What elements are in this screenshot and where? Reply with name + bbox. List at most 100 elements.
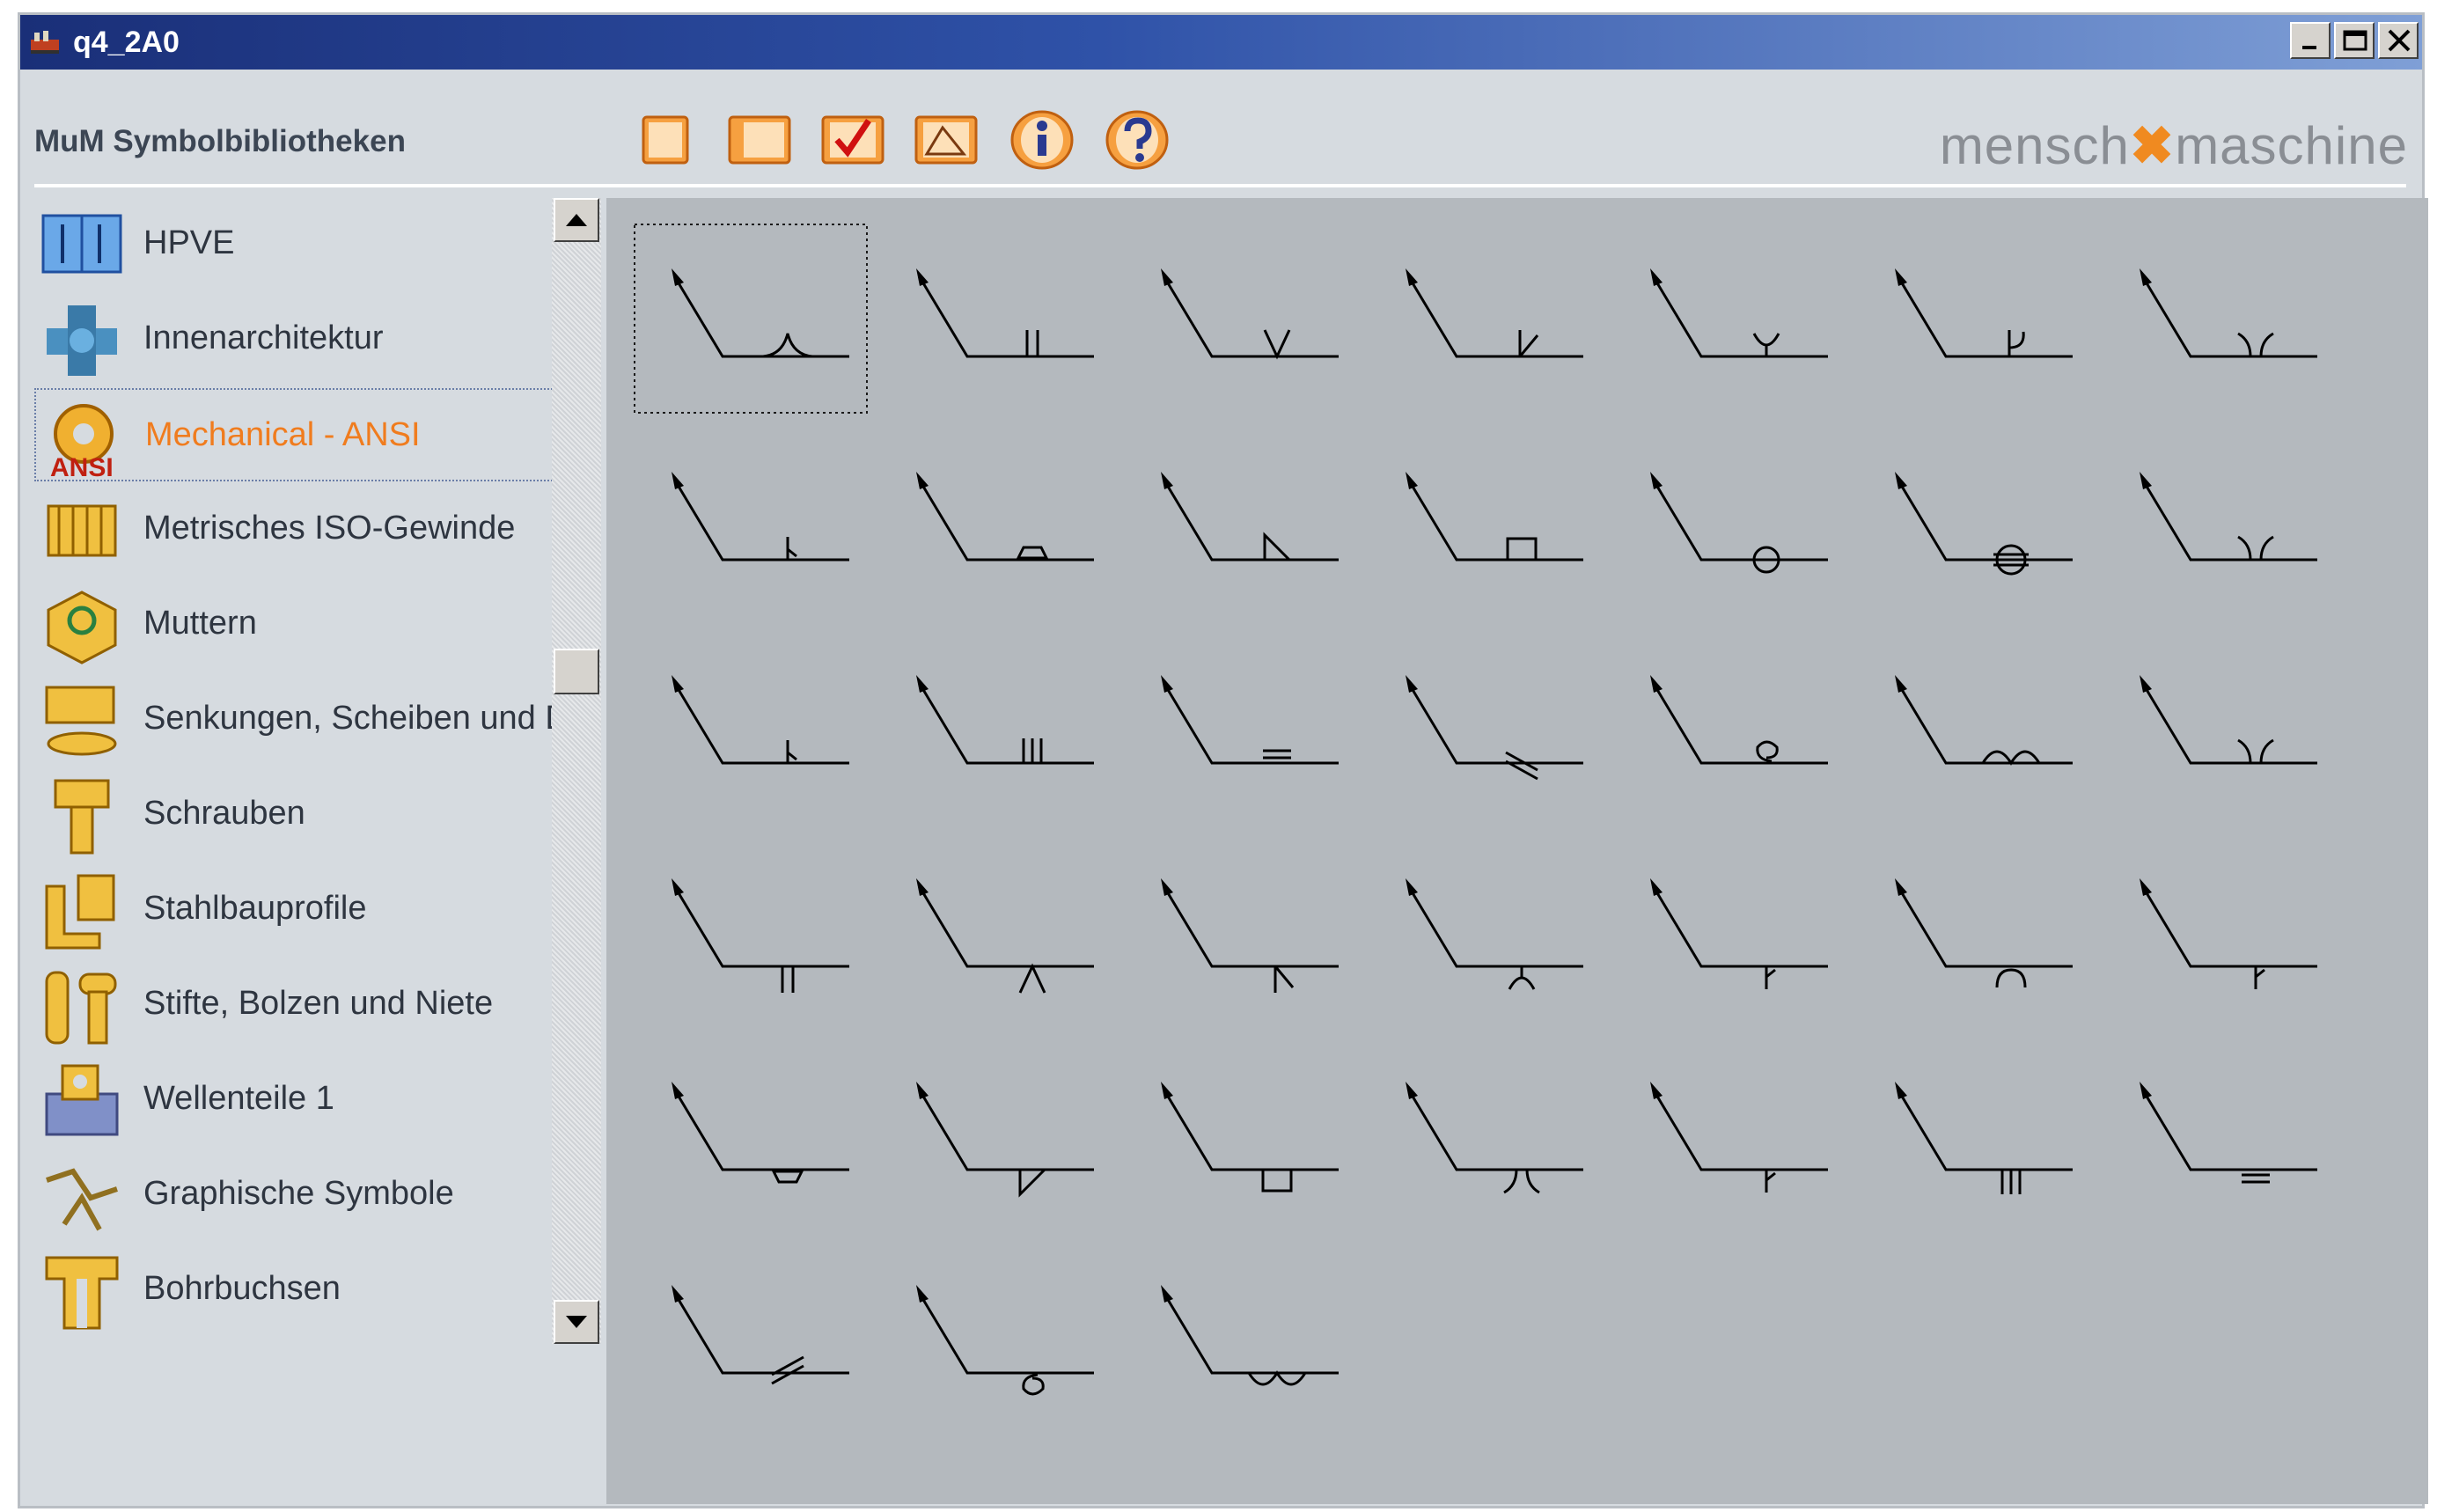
symbol-cell[interactable]	[635, 1241, 867, 1429]
symbol-cell[interactable]	[1124, 1241, 1356, 1429]
library-item[interactable]: Wellenteile 1	[34, 1053, 562, 1147]
symbol-cell[interactable]	[1613, 224, 1846, 413]
weld-symbol[interactable]	[1369, 428, 1601, 616]
weld-symbol[interactable]	[1124, 631, 1356, 819]
weld-symbol[interactable]	[1369, 1038, 1601, 1226]
weld-symbol[interactable]	[1858, 224, 2090, 413]
symbol-cell[interactable]	[1858, 1038, 2090, 1226]
weld-symbol[interactable]	[635, 834, 867, 1023]
symbol-cell[interactable]	[635, 834, 867, 1023]
library-item[interactable]: Schrauben	[34, 768, 562, 862]
symbol-cell[interactable]	[879, 1241, 1112, 1429]
symbol-cell[interactable]	[2103, 428, 2335, 616]
library-item[interactable]: ANSI Mechanical - ANSI	[34, 388, 562, 481]
weld-symbol[interactable]	[879, 224, 1112, 413]
check-button[interactable]	[818, 108, 886, 172]
weld-symbol[interactable]	[1369, 834, 1601, 1023]
symbol-cell[interactable]	[1124, 224, 1356, 413]
symbol-cell[interactable]	[1124, 428, 1356, 616]
symbol-cell[interactable]	[1858, 834, 2090, 1023]
library-item[interactable]: Senkungen, Scheiben und Du	[34, 673, 573, 767]
weld-symbol[interactable]	[1369, 224, 1601, 413]
symbol-cell[interactable]	[1613, 428, 1846, 616]
weld-symbol[interactable]	[1613, 631, 1846, 819]
library-item[interactable]: Stahlbauprofile	[34, 863, 562, 957]
symbol-cell[interactable]	[879, 224, 1112, 413]
symbol-cell[interactable]	[1369, 834, 1601, 1023]
help-button[interactable]	[1103, 108, 1171, 172]
symbol-cell[interactable]	[1858, 631, 2090, 819]
library-item[interactable]: Muttern	[34, 578, 562, 672]
weld-symbol[interactable]	[1858, 1038, 2090, 1226]
scroll-down-button[interactable]	[554, 1300, 599, 1344]
library-item[interactable]: Metrisches ISO-Gewinde	[34, 483, 562, 576]
weld-symbol[interactable]	[1613, 224, 1846, 413]
weld-symbol[interactable]	[1613, 1038, 1846, 1226]
library-item[interactable]: Stifte, Bolzen und Niete	[34, 958, 562, 1052]
library-item[interactable]: Graphische Symbole	[34, 1149, 562, 1242]
symbol-cell[interactable]	[2103, 224, 2335, 413]
close-button[interactable]	[2378, 22, 2419, 59]
weld-symbol[interactable]	[1124, 1038, 1356, 1226]
symbol-cell[interactable]	[2103, 631, 2335, 819]
weld-symbol[interactable]	[879, 428, 1112, 616]
symbol-cell[interactable]	[1369, 428, 1601, 616]
symbol-cell[interactable]	[879, 834, 1112, 1023]
symbol-cell[interactable]	[1369, 1038, 1601, 1226]
symbol-cell[interactable]	[879, 428, 1112, 616]
scroll-thumb[interactable]	[554, 649, 599, 694]
weld-symbol[interactable]	[879, 631, 1112, 819]
weld-symbol[interactable]	[635, 428, 867, 616]
weld-symbol[interactable]	[1858, 631, 2090, 819]
symbol-cell[interactable]	[635, 1038, 867, 1226]
symbol-cell[interactable]	[1124, 631, 1356, 819]
weld-symbol[interactable]	[2103, 1038, 2335, 1226]
weld-symbol[interactable]	[1858, 428, 2090, 616]
weld-symbol[interactable]	[2103, 834, 2335, 1023]
weld-symbol[interactable]	[879, 1038, 1112, 1226]
symbol-cell[interactable]	[1124, 1038, 1356, 1226]
weld-symbol[interactable]	[634, 224, 868, 414]
panel-button[interactable]	[724, 108, 793, 172]
weld-symbol[interactable]	[1124, 1241, 1356, 1429]
edit-shape-button[interactable]	[911, 108, 980, 172]
symbol-cell[interactable]	[1858, 428, 2090, 616]
symbol-cell[interactable]	[1124, 834, 1356, 1023]
weld-symbol[interactable]	[1613, 428, 1846, 616]
symbol-cell[interactable]	[1613, 1038, 1846, 1226]
library-item[interactable]: Bohrbuchsen	[34, 1244, 562, 1337]
weld-symbol[interactable]	[2103, 224, 2335, 413]
weld-symbol[interactable]	[879, 834, 1112, 1023]
info-button[interactable]	[1008, 108, 1076, 172]
scroll-up-button[interactable]	[554, 198, 599, 242]
weld-symbol[interactable]	[1613, 834, 1846, 1023]
weld-symbol[interactable]	[1124, 834, 1356, 1023]
weld-symbol[interactable]	[1124, 428, 1356, 616]
weld-symbol[interactable]	[2103, 428, 2335, 616]
symbol-cell[interactable]	[879, 1038, 1112, 1226]
weld-symbol[interactable]	[879, 1241, 1112, 1429]
symbol-cell[interactable]	[2103, 1038, 2335, 1226]
maximize-button[interactable]	[2334, 22, 2375, 59]
symbol-cell[interactable]	[2103, 834, 2335, 1023]
minimize-button[interactable]	[2290, 22, 2331, 59]
symbol-cell[interactable]	[1369, 631, 1601, 819]
weld-symbol[interactable]	[635, 1241, 867, 1429]
symbol-cell[interactable]	[1613, 631, 1846, 819]
weld-symbol[interactable]	[1124, 224, 1356, 413]
weld-symbol[interactable]	[1369, 631, 1601, 819]
weld-symbol[interactable]	[1858, 834, 2090, 1023]
weld-symbol[interactable]	[2103, 631, 2335, 819]
scrollbar[interactable]	[552, 198, 601, 1344]
symbol-cell[interactable]	[1613, 834, 1846, 1023]
weld-symbol[interactable]	[635, 631, 867, 819]
symbol-cell[interactable]	[635, 631, 867, 819]
symbol-cell[interactable]	[635, 428, 867, 616]
symbol-cell[interactable]	[879, 631, 1112, 819]
library-item[interactable]: HPVE	[34, 198, 562, 291]
title-bar[interactable]: q4_2A0	[20, 15, 2422, 70]
weld-symbol[interactable]	[635, 1038, 867, 1226]
new-button[interactable]	[631, 108, 700, 172]
symbol-cell[interactable]	[1858, 224, 2090, 413]
symbol-cell[interactable]	[634, 224, 868, 414]
